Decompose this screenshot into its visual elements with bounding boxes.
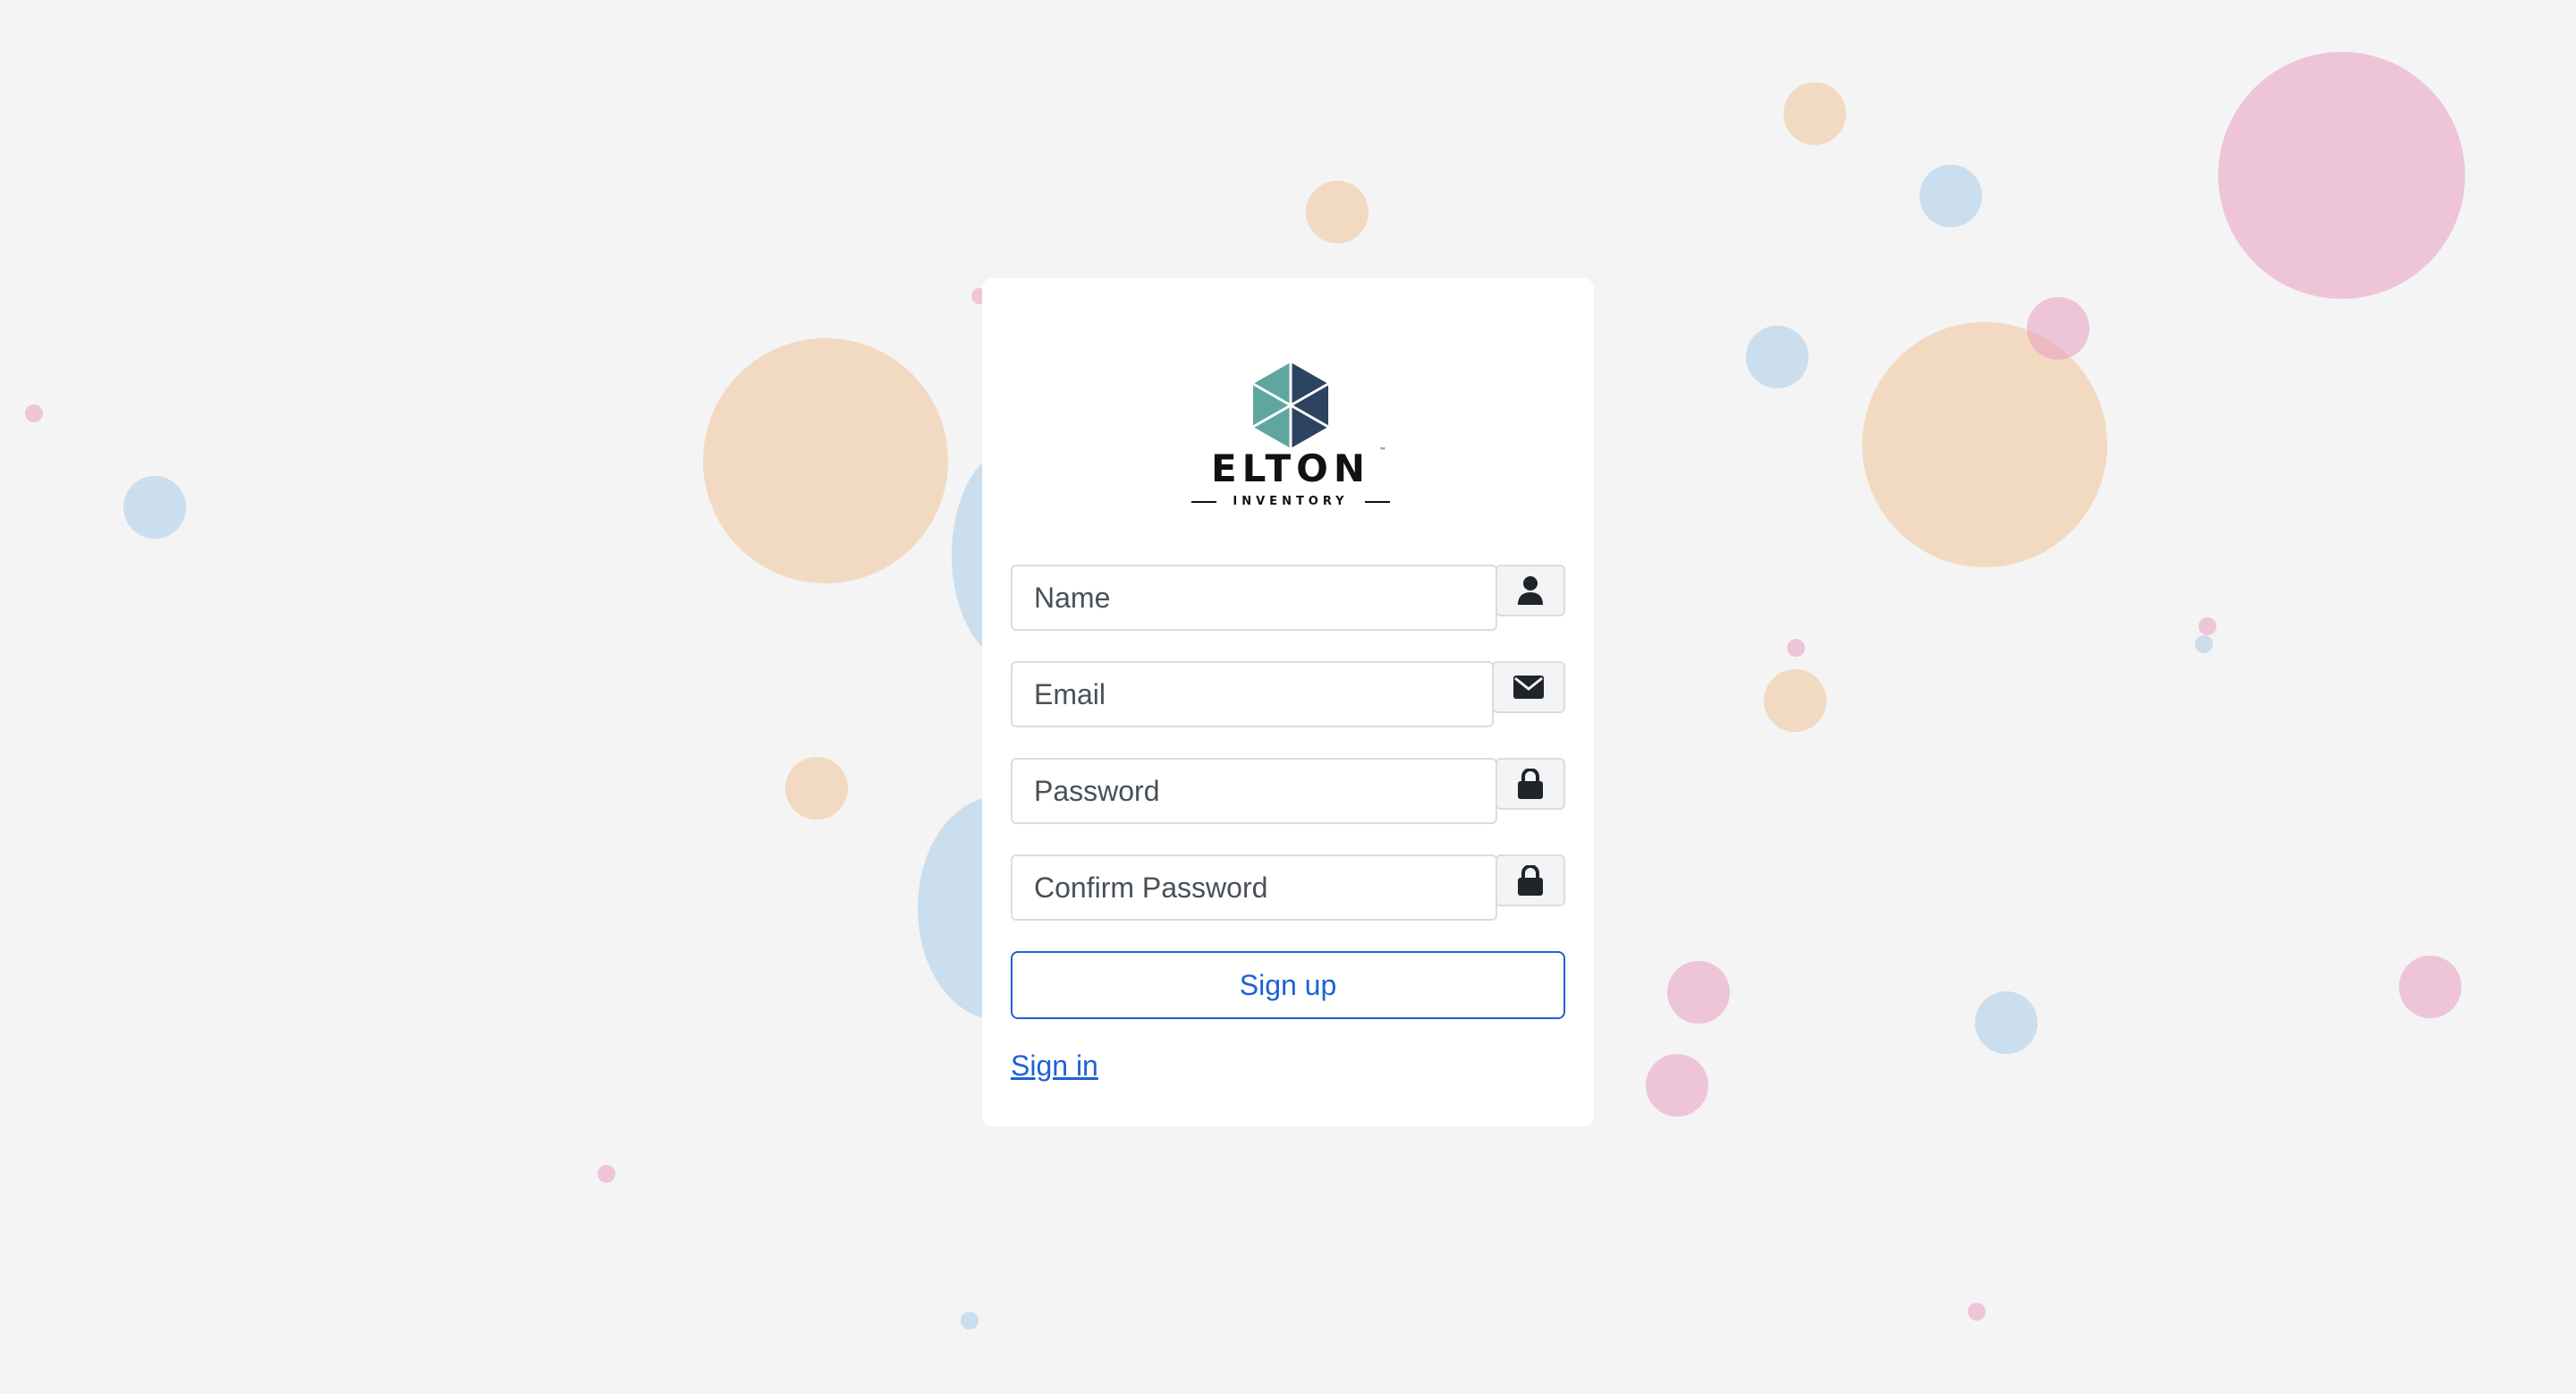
bubble bbox=[1764, 669, 1826, 732]
name-input[interactable] bbox=[1011, 565, 1497, 631]
sign-up-button[interactable]: Sign up bbox=[1011, 951, 1565, 1019]
confirm-password-field-group bbox=[1011, 854, 1565, 921]
divider bbox=[1365, 501, 1390, 503]
bubble bbox=[2199, 617, 2216, 635]
email-addon bbox=[1492, 661, 1565, 713]
bubble bbox=[2027, 297, 2089, 360]
name-field-group bbox=[1011, 565, 1565, 631]
brand-tagline-row: INVENTORY bbox=[1188, 493, 1394, 511]
bubble bbox=[2399, 956, 2462, 1018]
bubble bbox=[597, 1165, 615, 1183]
confirm-password-input[interactable] bbox=[1011, 854, 1497, 921]
bubble bbox=[785, 757, 848, 820]
bubble bbox=[961, 1312, 979, 1330]
bubble bbox=[703, 338, 948, 583]
brand-logo: ELTON ™ INVENTORY bbox=[1188, 361, 1394, 513]
bubble bbox=[1667, 961, 1730, 1024]
email-field-group bbox=[1011, 661, 1565, 727]
password-addon bbox=[1496, 758, 1565, 810]
confirm-password-addon bbox=[1496, 854, 1565, 906]
name-addon bbox=[1496, 565, 1565, 616]
hexagon-logo-icon bbox=[1252, 362, 1329, 448]
user-icon bbox=[1518, 576, 1543, 605]
divider bbox=[1191, 501, 1216, 503]
email-input[interactable] bbox=[1011, 661, 1494, 727]
bubble bbox=[2195, 635, 2213, 653]
bubble bbox=[1919, 165, 1982, 227]
signup-card: ELTON ™ INVENTORY Name Email Sign up Sig… bbox=[982, 278, 1594, 1126]
bubble bbox=[1968, 1303, 1986, 1321]
bubble bbox=[2218, 52, 2465, 299]
bubble bbox=[123, 476, 186, 539]
lock-icon bbox=[1518, 865, 1543, 896]
bubble bbox=[1975, 991, 2038, 1054]
lock-icon bbox=[1518, 769, 1543, 799]
brand-trademark: ™ bbox=[1379, 446, 1386, 455]
envelope-icon bbox=[1513, 676, 1544, 699]
bubble bbox=[1787, 639, 1805, 657]
brand-tagline: INVENTORY bbox=[1233, 495, 1349, 508]
bubble bbox=[1784, 82, 1846, 145]
brand-name: ELTON bbox=[1210, 446, 1370, 490]
bubble bbox=[1306, 181, 1368, 243]
bubble bbox=[1746, 326, 1809, 388]
password-field-group bbox=[1011, 758, 1565, 824]
password-input[interactable] bbox=[1011, 758, 1497, 824]
bubble bbox=[25, 404, 43, 422]
bubble bbox=[1862, 322, 2107, 567]
sign-in-link[interactable]: Sign in bbox=[1011, 1050, 1098, 1083]
bubble bbox=[1646, 1054, 1708, 1117]
